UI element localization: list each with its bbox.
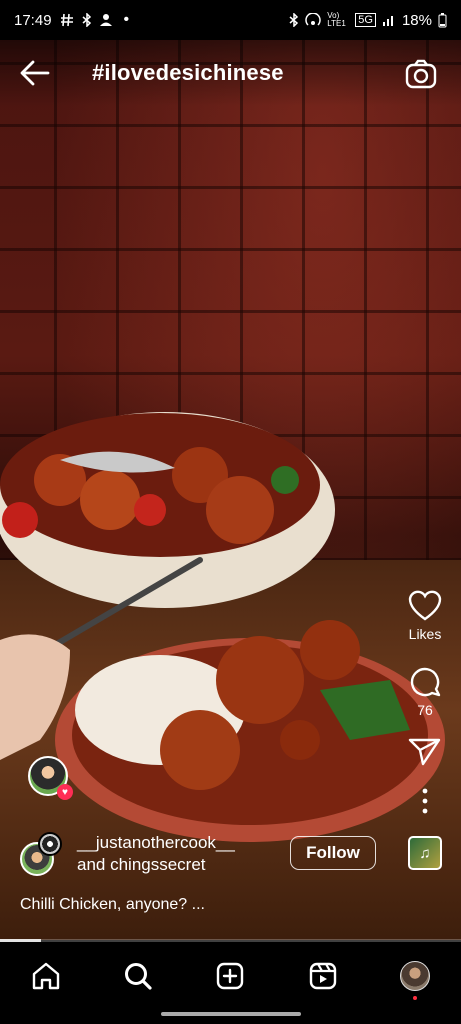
add-post-icon <box>217 962 244 990</box>
search-icon <box>125 963 152 990</box>
author-row: __justanothercook__ and chingssecret Fol… <box>20 832 440 882</box>
more-button[interactable] <box>420 788 430 814</box>
notification-dot <box>412 996 417 1000</box>
nav-search[interactable] <box>118 958 158 994</box>
page-title: #ilovedesichinese <box>92 60 284 85</box>
action-column: Likes 76 ♫ <box>403 590 447 870</box>
comment-icon <box>410 667 441 697</box>
author-names[interactable]: __justanothercook__ and chingssecret <box>77 832 235 876</box>
food-photo <box>0 412 445 842</box>
nav-create[interactable] <box>210 958 250 994</box>
heart-badge-icon: ♥ <box>57 784 73 800</box>
nav-reels[interactable] <box>303 958 343 994</box>
profile-avatar <box>399 961 430 991</box>
dot-icon: • <box>123 11 130 28</box>
reels-icon <box>309 962 336 990</box>
camera-icon[interactable] <box>405 59 437 89</box>
share-button[interactable] <box>408 736 442 768</box>
paper-plane-icon <box>408 738 441 766</box>
home-indicator[interactable] <box>161 1012 301 1016</box>
header: #ilovedesichinese <box>0 40 461 106</box>
5g-icon: 5G <box>355 13 376 27</box>
arrow-left-icon[interactable] <box>18 58 52 88</box>
collaborator-avatar[interactable] <box>38 832 62 856</box>
follow-button[interactable]: Follow <box>290 836 376 870</box>
chicken-piece <box>216 636 304 724</box>
heart-icon <box>408 590 442 621</box>
like-button[interactable]: Likes <box>408 590 442 642</box>
hotspot-icon <box>305 13 321 26</box>
collaborator-username[interactable]: and chingssecret <box>77 854 235 876</box>
nav-profile[interactable] <box>395 958 435 1000</box>
bluetooth-icon <box>82 13 91 27</box>
battery-icon <box>438 12 447 27</box>
reel-media[interactable] <box>0 40 461 940</box>
comment-button[interactable]: 76 <box>408 664 442 718</box>
comment-count: 76 <box>417 702 433 718</box>
nav-home[interactable] <box>26 958 66 994</box>
volte-icon: Vo) LTE1 <box>327 11 346 28</box>
battery-percent: 18% <box>401 11 432 29</box>
post-caption[interactable]: Chilli Chicken, anyone? ... <box>20 896 205 914</box>
contacts-icon <box>99 14 112 26</box>
home-icon <box>32 962 60 990</box>
hashtag-notification-icon <box>60 13 73 27</box>
bluetooth-icon <box>289 13 299 27</box>
author-username[interactable]: __justanothercook__ <box>77 832 235 854</box>
signal-icon <box>382 16 393 26</box>
status-bar: 17:49 • Vo) LTE1 5G 18% <box>0 0 461 40</box>
like-label: Likes <box>408 626 442 642</box>
more-vertical-icon <box>422 788 428 814</box>
status-time: 17:49 <box>14 11 52 29</box>
